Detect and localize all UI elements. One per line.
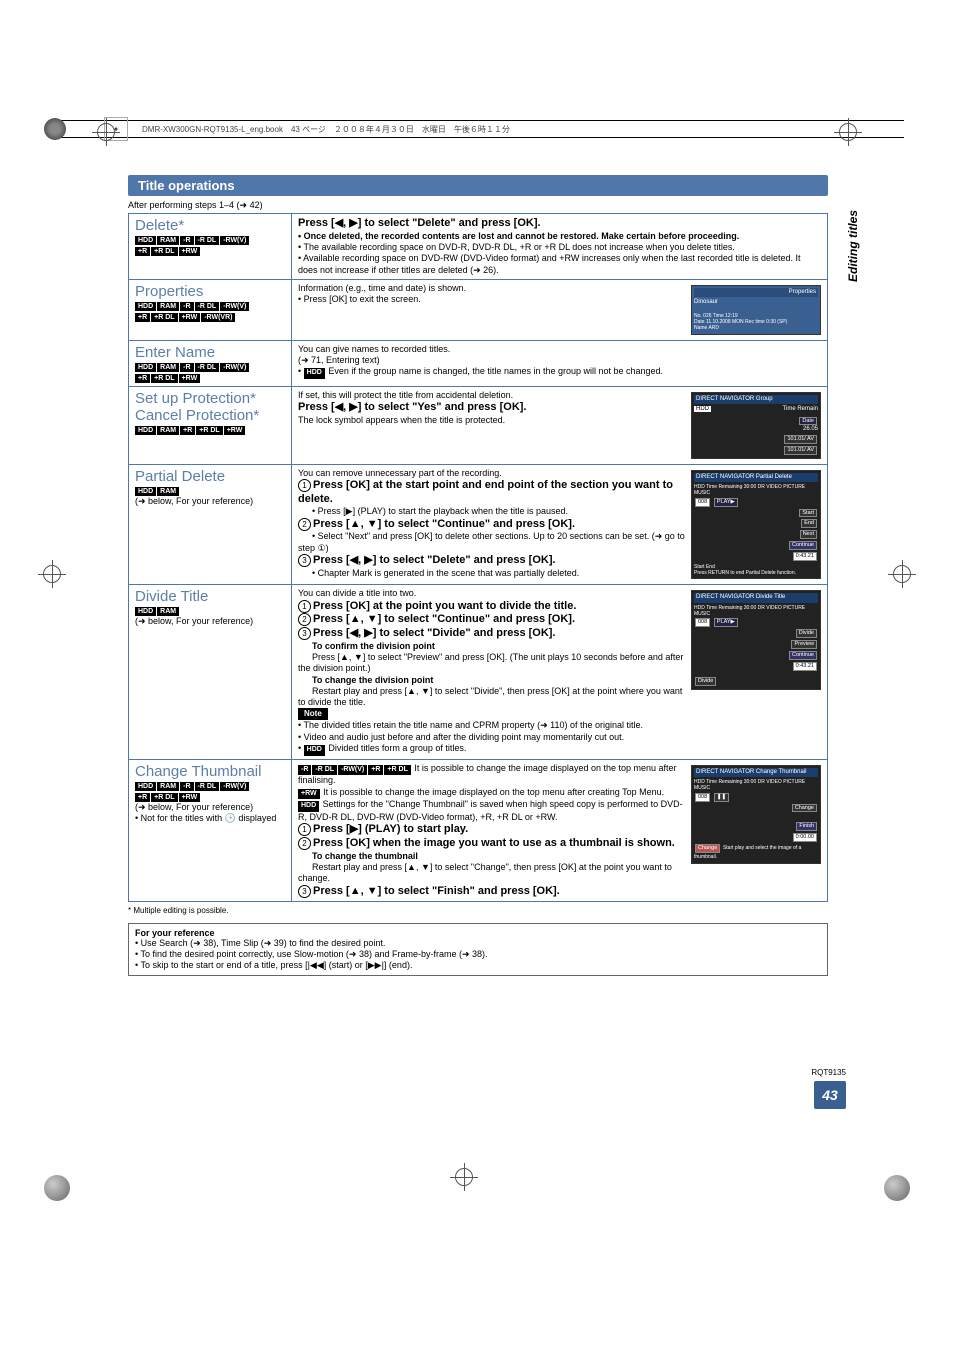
operations-table: Delete* HDDRAM-R-R DL-RW(V) +R+R DL+RW P… xyxy=(128,213,828,902)
op-setup-protection-title: Set up Protection* xyxy=(135,390,285,407)
partial-delete-screenshot: DIRECT NAVIGATOR Partial Delete HDD Time… xyxy=(691,470,821,580)
crop-mark-icon xyxy=(834,118,862,146)
after-steps: After performing steps 1–4 (➜ 42) xyxy=(128,200,828,211)
delete-instruction: Press [◀, ▶] to select "Delete" and pres… xyxy=(298,217,541,229)
reference-box: For your reference • Use Search (➜ 38), … xyxy=(128,923,828,976)
op-properties-title: Properties xyxy=(135,283,285,300)
properties-screenshot: Properties Dinosaur No. 026 Time 12:19 D… xyxy=(691,285,821,335)
op-divide-title: Divide Title xyxy=(135,588,285,605)
binder-hole-icon xyxy=(44,118,66,140)
crop-mark-icon xyxy=(888,560,916,588)
multiple-edit-note: * Multiple editing is possible. xyxy=(128,906,828,915)
op-partial-delete-title: Partial Delete xyxy=(135,468,285,485)
binder-hole-icon xyxy=(884,1175,910,1201)
binder-hole-icon xyxy=(44,1175,70,1201)
crop-mark-icon xyxy=(92,118,120,146)
side-tab-label: Editing titles xyxy=(846,210,860,282)
op-enter-name-title: Enter Name xyxy=(135,344,285,361)
op-delete-title: Delete* xyxy=(135,217,285,234)
op-cancel-protection-title: Cancel Protection* xyxy=(135,407,285,424)
rqt-number: RQT9135 xyxy=(811,1068,846,1077)
header-strip: ✦ DMR-XW300GN-RQT9135-L_eng.book 43 ページ … xyxy=(50,120,904,138)
header-caption: DMR-XW300GN-RQT9135-L_eng.book 43 ページ ２０… xyxy=(142,124,510,135)
section-title: Title operations xyxy=(128,175,828,196)
note-badge: Note xyxy=(298,708,328,720)
divide-screenshot: DIRECT NAVIGATOR Divide Title HDD Time R… xyxy=(691,590,821,689)
crop-mark-icon xyxy=(38,560,66,588)
page-number: 43 xyxy=(814,1081,846,1109)
op-change-thumbnail-title: Change Thumbnail xyxy=(135,763,285,780)
protection-screenshot: DIRECT NAVIGATOR Group HDD Time Remain D… xyxy=(691,392,821,459)
badge: HDD xyxy=(135,236,156,245)
thumbnail-screenshot: DIRECT NAVIGATOR Change Thumbnail HDD Ti… xyxy=(691,765,821,864)
crop-mark-icon xyxy=(450,1163,478,1191)
